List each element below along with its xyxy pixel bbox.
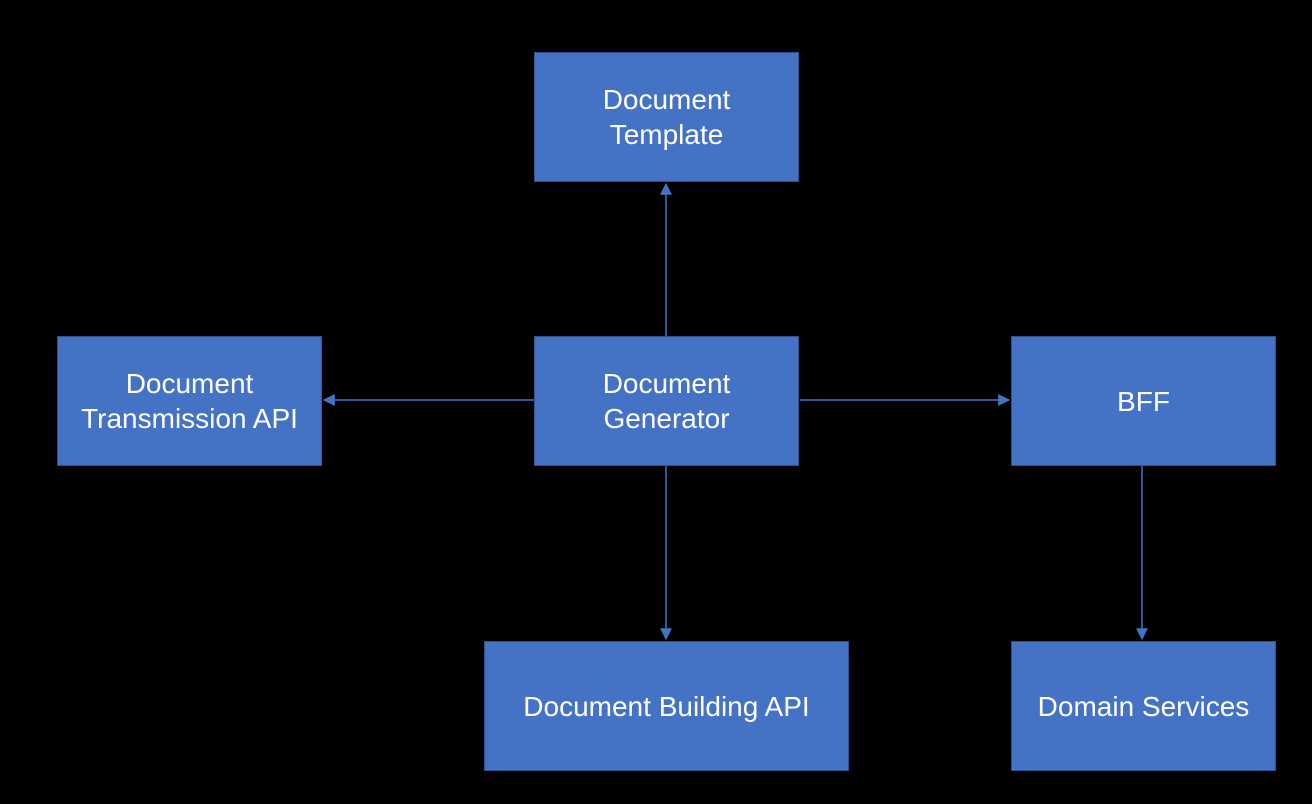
node-label: Document Transmission API <box>62 366 317 436</box>
node-label: Domain Services <box>1038 689 1250 724</box>
node-document-transmission-api: Document Transmission API <box>57 336 322 466</box>
node-label: Document Generator <box>539 366 794 436</box>
node-label: Document Building API <box>523 689 809 724</box>
node-domain-services: Domain Services <box>1011 641 1276 771</box>
node-label: BFF <box>1117 384 1170 419</box>
node-document-building-api: Document Building API <box>484 641 849 771</box>
node-bff: BFF <box>1011 336 1276 466</box>
node-document-template: Document Template <box>534 52 799 182</box>
node-document-generator: Document Generator <box>534 336 799 466</box>
node-label: Document Template <box>603 82 731 152</box>
